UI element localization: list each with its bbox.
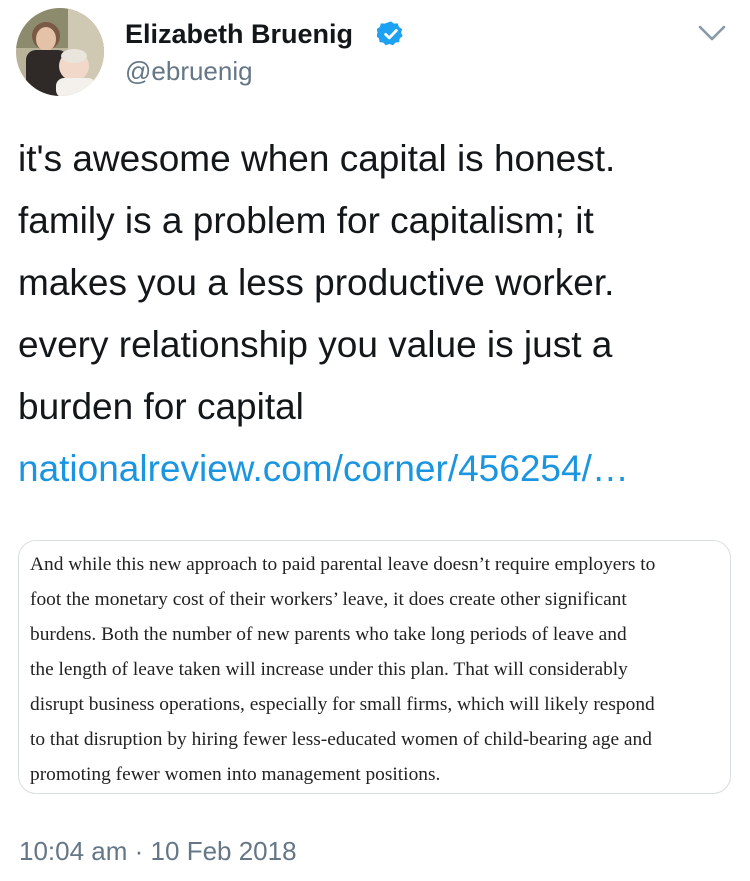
tweet-text-line: family is a problem for capitalism; it: [18, 200, 594, 241]
chevron-down-icon[interactable]: [697, 22, 727, 44]
verified-badge-icon: [377, 21, 403, 46]
author-handle[interactable]: @ebruenig: [125, 56, 253, 86]
tweet-text-line: it's awesome when capital is honest.: [18, 138, 616, 179]
tweet-text-line: makes you a less productive worker.: [18, 262, 615, 303]
tweet-text: it's awesome when capital is honest. fam…: [18, 128, 733, 500]
excerpt-line: promoting fewer women into management po…: [30, 764, 441, 785]
profile-photo: [16, 8, 104, 96]
excerpt-line: And while this new approach to paid pare…: [30, 554, 656, 575]
excerpt-line: burdens. Both the number of new parents …: [30, 624, 627, 645]
tweet-text-line: every relationship you value is just a: [18, 324, 613, 365]
tweet-date: 10 Feb 2018: [150, 836, 297, 866]
excerpt-line: foot the monetary cost of their workers’…: [30, 589, 627, 610]
avatar[interactable]: [16, 8, 104, 96]
excerpt-line: the length of leave taken will increase …: [30, 659, 628, 680]
tweet-text-line: burden for capital: [18, 386, 304, 427]
quoted-article-excerpt: And while this new approach to paid pare…: [30, 547, 720, 792]
article-link[interactable]: nationalreview.com/corner/456254/…: [18, 448, 629, 489]
excerpt-line: disrupt business operations, especially …: [30, 694, 655, 715]
tweet-time: 10:04 am: [19, 836, 128, 866]
author-name[interactable]: Elizabeth Bruenig: [125, 18, 353, 50]
tweet-timestamp[interactable]: 10:04 am · 10 Feb 2018: [19, 835, 297, 867]
attached-image[interactable]: And while this new approach to paid pare…: [18, 540, 731, 794]
timestamp-separator: ·: [134, 836, 144, 866]
excerpt-line: to that disruption by hiring fewer less-…: [30, 729, 652, 750]
